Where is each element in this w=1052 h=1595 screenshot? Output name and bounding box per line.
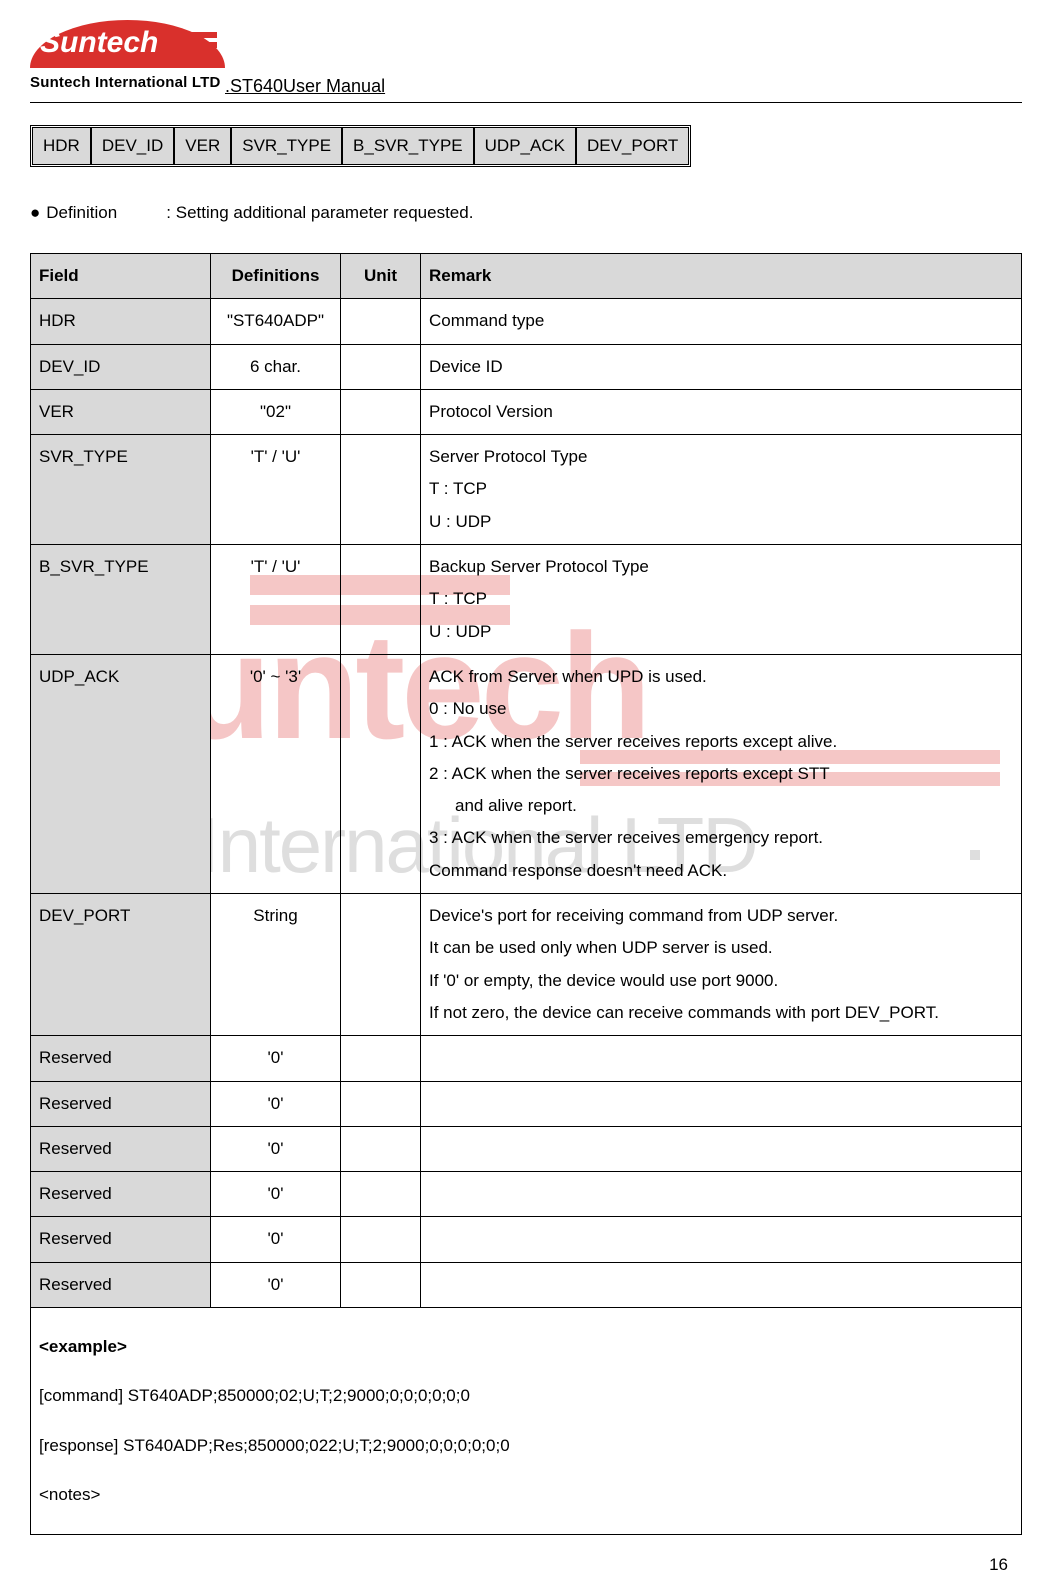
- cell-remark: Device ID: [421, 344, 1022, 389]
- pill-hdr: HDR: [33, 128, 92, 164]
- cell-unit: [341, 1126, 421, 1171]
- suntech-logo: Suntech Suntech International LTD: [30, 20, 225, 100]
- th-unit: Unit: [341, 254, 421, 299]
- cell-field: DEV_PORT: [31, 894, 211, 1036]
- cell-field: SVR_TYPE: [31, 435, 211, 545]
- table-row: DEV_PORTString Device's port for receivin…: [31, 894, 1022, 1036]
- cell-def: "ST640ADP": [211, 299, 341, 344]
- table-row: VER"02" Protocol Version: [31, 389, 1022, 434]
- cell-remark: Device's port for receiving command from…: [421, 894, 1022, 1036]
- page-header: Suntech Suntech International LTD .ST640…: [30, 20, 1022, 103]
- table-row: HDR"ST640ADP" Command type: [31, 299, 1022, 344]
- cell-unit: [341, 654, 421, 893]
- cell-field: Reserved: [31, 1036, 211, 1081]
- cell-remark: Server Protocol TypeT : TCPU : UDP: [421, 435, 1022, 545]
- cell-field: VER: [31, 389, 211, 434]
- cell-def: '0': [211, 1036, 341, 1081]
- cell-remark: [421, 1036, 1022, 1081]
- pill-dev_port: DEV_PORT: [577, 128, 688, 164]
- cell-field: UDP_ACK: [31, 654, 211, 893]
- cell-unit: [341, 299, 421, 344]
- example-cell: <example>[command] ST640ADP;850000;02;U;…: [31, 1308, 1022, 1535]
- cell-remark: [421, 1262, 1022, 1307]
- cell-def: '0': [211, 1081, 341, 1126]
- cell-def: 6 char.: [211, 344, 341, 389]
- table-row: B_SVR_TYPE'T' / 'U' Backup Server Protoco…: [31, 545, 1022, 655]
- table-row: Reserved'0': [31, 1036, 1022, 1081]
- pill-b_svr_type: B_SVR_TYPE: [343, 128, 475, 164]
- table-row: Reserved'0': [31, 1217, 1022, 1262]
- cell-unit: [341, 545, 421, 655]
- table-row: Reserved'0': [31, 1126, 1022, 1171]
- cell-remark: [421, 1172, 1022, 1217]
- cell-field: Reserved: [31, 1172, 211, 1217]
- cell-def: String: [211, 894, 341, 1036]
- pill-svr_type: SVR_TYPE: [232, 128, 343, 164]
- pill-ver: VER: [175, 128, 232, 164]
- cell-remark: [421, 1217, 1022, 1262]
- cell-def: 'T' / 'U': [211, 545, 341, 655]
- table-row: SVR_TYPE'T' / 'U' Server Protocol TypeT :…: [31, 435, 1022, 545]
- document-title: .ST640User Manual: [225, 76, 385, 100]
- cell-def: '0': [211, 1217, 341, 1262]
- page-number: 16: [989, 1555, 1008, 1575]
- cell-unit: [341, 894, 421, 1036]
- cell-def: '0': [211, 1172, 341, 1217]
- table-row: Reserved'0': [31, 1081, 1022, 1126]
- cell-unit: [341, 1036, 421, 1081]
- cell-remark: [421, 1126, 1022, 1171]
- th-remark: Remark: [421, 254, 1022, 299]
- cell-def: "02": [211, 389, 341, 434]
- cell-unit: [341, 1217, 421, 1262]
- table-row: Reserved'0': [31, 1262, 1022, 1307]
- cell-unit: [341, 1172, 421, 1217]
- example-row: <example>[command] ST640ADP;850000;02;U;…: [31, 1308, 1022, 1535]
- cell-field: Reserved: [31, 1126, 211, 1171]
- table-row: DEV_ID6 char. Device ID: [31, 344, 1022, 389]
- field-pill-row: HDRDEV_IDVERSVR_TYPEB_SVR_TYPEUDP_ACKDEV…: [30, 125, 691, 167]
- cell-unit: [341, 389, 421, 434]
- cell-def: '0' ~ '3': [211, 654, 341, 893]
- pill-udp_ack: UDP_ACK: [475, 128, 577, 164]
- cell-field: B_SVR_TYPE: [31, 545, 211, 655]
- cell-def: 'T' / 'U': [211, 435, 341, 545]
- table-row: UDP_ACK'0' ~ '3' ACK from Server when UPD…: [31, 654, 1022, 893]
- cell-remark: Command type: [421, 299, 1022, 344]
- cell-remark: ACK from Server when UPD is used.0 : No …: [421, 654, 1022, 893]
- cell-unit: [341, 1262, 421, 1307]
- cell-unit: [341, 344, 421, 389]
- th-field: Field: [31, 254, 211, 299]
- th-def: Definitions: [211, 254, 341, 299]
- table-row: Reserved'0': [31, 1172, 1022, 1217]
- pill-dev_id: DEV_ID: [92, 128, 175, 164]
- cell-field: Reserved: [31, 1217, 211, 1262]
- cell-def: '0': [211, 1262, 341, 1307]
- cell-def: '0': [211, 1126, 341, 1171]
- cell-field: Reserved: [31, 1081, 211, 1126]
- cell-remark: Backup Server Protocol TypeT : TCPU : UD…: [421, 545, 1022, 655]
- cell-remark: Protocol Version: [421, 389, 1022, 434]
- definitions-table: Field Definitions Unit Remark HDR"ST640A…: [30, 253, 1022, 1535]
- cell-unit: [341, 435, 421, 545]
- cell-field: DEV_ID: [31, 344, 211, 389]
- cell-field: Reserved: [31, 1262, 211, 1307]
- cell-unit: [341, 1081, 421, 1126]
- definition-line: ● Definition : Setting additional parame…: [30, 203, 1022, 223]
- cell-field: HDR: [31, 299, 211, 344]
- cell-remark: [421, 1081, 1022, 1126]
